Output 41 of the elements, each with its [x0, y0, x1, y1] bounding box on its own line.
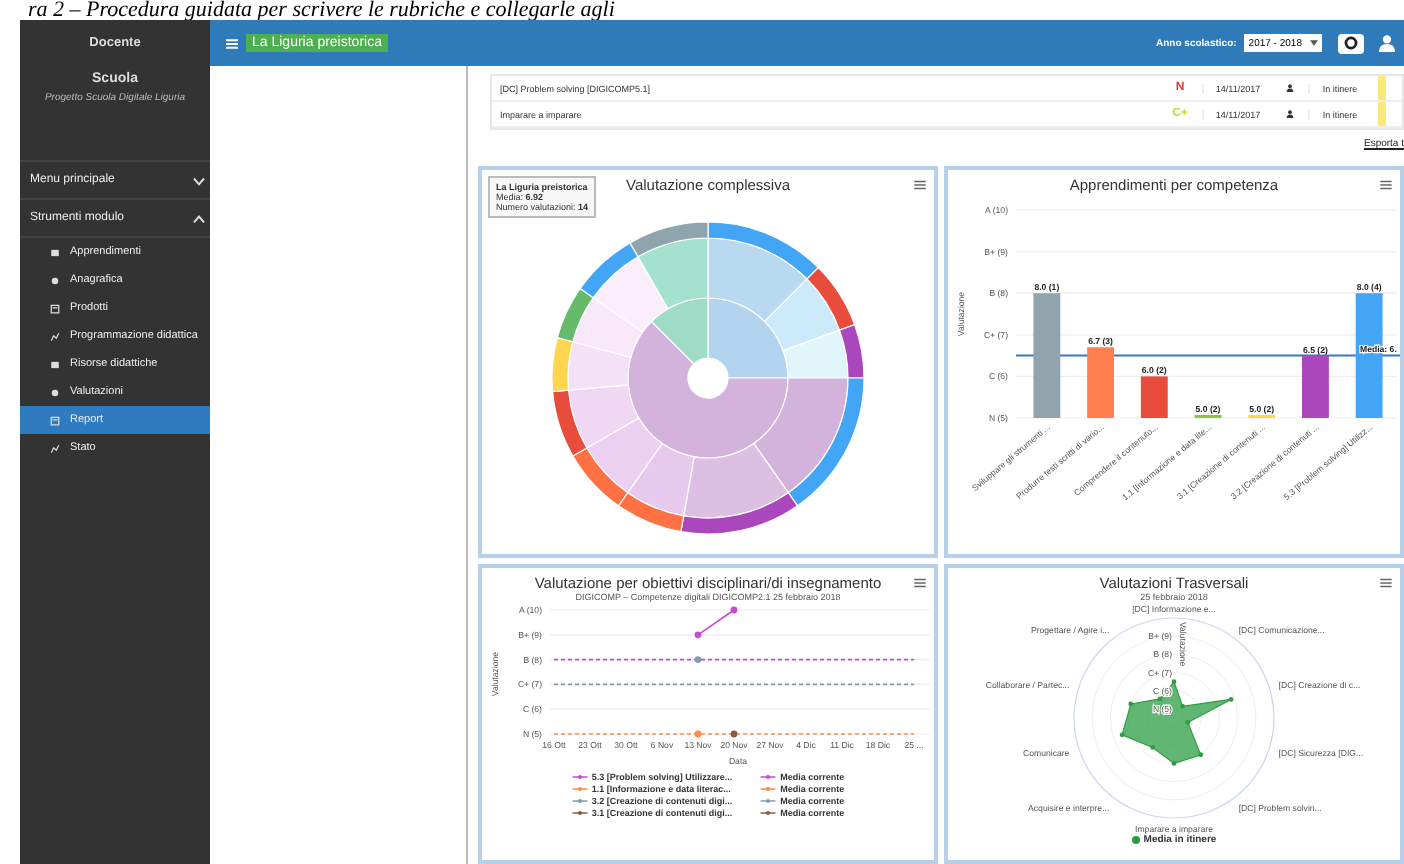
user-icon[interactable]: [1378, 34, 1396, 52]
person-icon: [1286, 110, 1294, 118]
data-point: [694, 656, 702, 663]
legend-marker-icon: [760, 809, 777, 815]
menu-item-icon: [50, 415, 60, 425]
data-point: [730, 606, 738, 614]
legend-marker-icon: [760, 773, 777, 779]
chevron-icon: [192, 175, 206, 185]
radar-area-drawing: [1119, 679, 1234, 766]
bar: [1355, 293, 1383, 418]
menu-item-icon: [50, 303, 60, 313]
menu-icon[interactable]: [914, 578, 926, 588]
caret-icon: [1310, 40, 1318, 46]
legend-marker-icon: [760, 785, 777, 791]
menu-item-icon: [50, 247, 60, 257]
legend-marker-icon: [571, 785, 588, 791]
settings-icon: [1344, 36, 1358, 50]
person-icon: [1286, 84, 1294, 92]
menu-icon[interactable]: [914, 180, 926, 190]
menu-item-icon: [50, 359, 60, 369]
legend-marker-icon: [571, 809, 588, 815]
data-point: [694, 730, 702, 738]
menu-item-icon: [50, 387, 60, 397]
legend-marker-icon: [760, 797, 777, 803]
bar: [1140, 376, 1168, 418]
legend-marker-icon: [571, 773, 588, 779]
chevron-icon: [192, 213, 206, 223]
menu-icon[interactable]: [1380, 180, 1392, 190]
legend-marker-icon: [571, 797, 588, 803]
menu-item-icon: [50, 443, 60, 453]
bar: [1302, 355, 1329, 418]
data-point: [694, 631, 702, 639]
figure-caption: ra 2 – Procedura guidata per scrivere le rubriche e collegarle agli: [26, 0, 617, 20]
settings-button[interactable]: [1338, 33, 1364, 53]
bar: [1033, 293, 1061, 418]
menu-icon[interactable]: [1380, 578, 1392, 588]
chart-line: [697, 609, 735, 636]
menu-item-icon: [50, 331, 60, 341]
bar: [1087, 347, 1114, 418]
data-point: [730, 730, 738, 738]
menu-item-icon: [50, 275, 60, 285]
